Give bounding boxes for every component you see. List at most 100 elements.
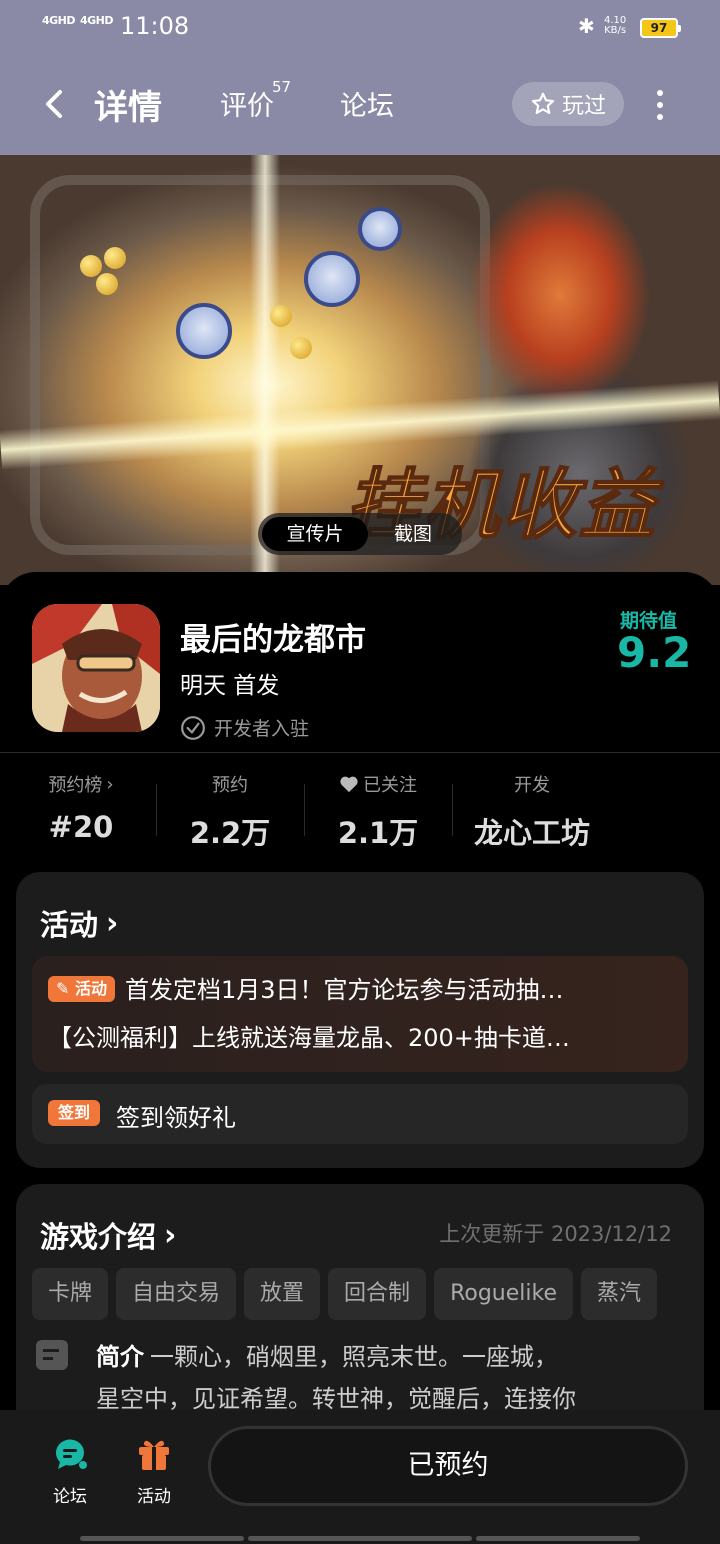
activity-title: 活动 xyxy=(40,908,99,942)
net-speed-unit: KB/s xyxy=(604,25,627,36)
summary-label: 简介 xyxy=(96,1343,144,1371)
reserved-button[interactable]: 已预约 xyxy=(208,1426,688,1506)
release-info: 明天 首发 xyxy=(180,673,280,699)
gesture-bar xyxy=(248,1536,472,1541)
bottom-forum-label: 论坛 xyxy=(53,1487,87,1507)
stat-reserve-rank[interactable]: 预约榜 › #20 xyxy=(26,770,136,845)
tab-reviews[interactable]: 评价 xyxy=(220,84,274,123)
tab-forum[interactable]: 论坛 xyxy=(340,84,394,123)
activity-header[interactable]: 活动 › xyxy=(40,902,118,944)
activity-tag: ✎ 活动 xyxy=(48,976,115,1002)
genre-tag[interactable]: 自由交易 xyxy=(116,1268,237,1320)
genre-tag[interactable]: 放置 xyxy=(244,1268,321,1320)
stat-label: 开发 xyxy=(514,775,550,796)
game-info-card: 最后的龙都市 明天 首发 开发者入驻 期待值 9.2 预约榜 › #20 预约 2… xyxy=(0,572,720,1544)
bottom-activity-button[interactable]: 活动 xyxy=(124,1434,184,1507)
stat-label-wrap: 已关注 xyxy=(318,770,438,798)
chevron-right-icon: › xyxy=(106,773,114,795)
bottom-activity-label: 活动 xyxy=(137,1487,171,1507)
expectation-score: 9.2 xyxy=(617,628,692,677)
media-toggle: 宣传片 截图 xyxy=(258,513,462,555)
intro-summary[interactable]: 简介 一颗心，硝烟里，照亮末世。一座城， 星空中，见证希望。转世神，觉醒后，连接你 xyxy=(96,1336,686,1420)
chat-bubble-icon xyxy=(55,1439,87,1469)
status-bar: 4GHD 4GHD 11:08 ✱ 4.10 KB/s 97 xyxy=(0,0,720,56)
more-dot xyxy=(657,102,663,108)
battery-icon: 97 xyxy=(640,18,681,38)
media-banner[interactable]: 挂机收益 宣传片 截图 xyxy=(0,155,720,585)
check-circle-icon xyxy=(181,715,205,740)
chevron-right-icon: › xyxy=(106,905,119,941)
media-tab-video[interactable]: 宣传片 xyxy=(262,517,368,551)
reviews-count: 57 xyxy=(272,78,292,96)
stat-developer[interactable]: 开发 龙心工坊 xyxy=(462,770,602,852)
signal-1: 4GHD xyxy=(42,14,76,27)
activity-card: 活动 › ✎ 活动 首发定档1月3日！官方论坛参与活动抽… 【公测福利】上线就送海… xyxy=(16,872,704,1168)
stats-row: 预约榜 › #20 预约 2.2万 已关注 2.1万 开发 龙心工坊 xyxy=(0,770,720,852)
stat-separator xyxy=(156,784,157,836)
status-time: 11:08 xyxy=(120,12,190,40)
coin-icon xyxy=(270,305,292,327)
top-area: 4GHD 4GHD 11:08 ✱ 4.10 KB/s 97 详情 评价 57 … xyxy=(0,0,720,160)
activity-list[interactable]: ✎ 活动 首发定档1月3日！官方论坛参与活动抽… 【公测福利】上线就送海量龙晶、2… xyxy=(32,956,688,1072)
intro-title: 游戏介绍 xyxy=(40,1220,157,1254)
genre-tag[interactable]: 回合制 xyxy=(328,1268,427,1320)
tab-details-label: 详情 xyxy=(94,88,162,128)
summary-line: 简介 一颗心，硝烟里，照亮末世。一座城， xyxy=(96,1336,686,1378)
activity-item[interactable]: ✎ 活动 首发定档1月3日！官方论坛参与活动抽… xyxy=(48,970,672,1005)
signal-2: 4GHD xyxy=(80,14,114,27)
chevron-left-icon xyxy=(46,90,62,118)
played-button[interactable]: 玩过 xyxy=(512,82,624,126)
coin-icon xyxy=(80,255,102,277)
checkin-item[interactable]: 签到 签到领好礼 xyxy=(32,1084,688,1144)
genre-tag[interactable]: 卡牌 xyxy=(32,1268,109,1320)
chevron-right-icon: › xyxy=(164,1217,177,1253)
game-title: 最后的龙都市 xyxy=(180,622,366,658)
back-button[interactable] xyxy=(34,82,74,126)
coin-icon xyxy=(96,273,118,295)
checkin-text: 签到领好礼 xyxy=(116,1104,236,1132)
genre-tags: 卡牌 自由交易 放置 回合制 Roguelike 蒸汽 xyxy=(32,1268,704,1320)
genre-tag[interactable]: Roguelike xyxy=(434,1268,573,1320)
more-dot xyxy=(657,90,663,96)
summary-text: 一颗心，硝烟里，照亮末世。一座城， xyxy=(150,1343,558,1371)
stat-value: 2.2万 xyxy=(189,816,271,850)
bluetooth-icon: ✱ xyxy=(578,14,595,38)
stat-reservations: 预约 2.2万 xyxy=(170,770,290,852)
page-header: 详情 评价 57 论坛 玩过 xyxy=(0,60,720,150)
tab-details[interactable]: 详情 xyxy=(92,80,164,129)
document-icon xyxy=(36,1340,68,1370)
intro-header[interactable]: 游戏介绍 › xyxy=(40,1214,176,1256)
more-menu-button[interactable] xyxy=(650,90,670,120)
divider xyxy=(0,752,720,753)
coin-icon xyxy=(290,337,312,359)
stat-value: 2.1万 xyxy=(337,816,419,850)
media-tab-screenshots[interactable]: 截图 xyxy=(368,517,458,551)
hero-avatar-icon xyxy=(304,251,360,307)
stat-label-wrap: 预约榜 › xyxy=(26,770,136,798)
activity-tag-label: 活动 xyxy=(74,979,107,998)
developer-verified: 开发者入驻 xyxy=(180,714,309,741)
hero-avatar-icon xyxy=(358,207,402,251)
developer-verified-label: 开发者入驻 xyxy=(214,718,310,740)
bottom-forum-button[interactable]: 论坛 xyxy=(40,1434,100,1507)
coin-icon xyxy=(104,247,126,269)
last-updated: 上次更新于 2023/12/12 xyxy=(439,1222,672,1246)
gift-icon xyxy=(139,1440,169,1470)
game-app-icon xyxy=(32,604,160,732)
checkin-tag: 签到 xyxy=(48,1100,101,1126)
stat-separator xyxy=(304,784,305,836)
star-icon xyxy=(531,92,555,114)
played-label: 玩过 xyxy=(561,94,606,119)
bottom-action-bar: 论坛 活动 已预约 xyxy=(0,1410,720,1544)
stat-label: 已关注 xyxy=(363,775,417,796)
stat-followers[interactable]: 已关注 2.1万 xyxy=(318,770,438,852)
activity-text: 首发定档1月3日！官方论坛参与活动抽… xyxy=(125,976,564,1004)
megaphone-icon: ✎ xyxy=(56,979,75,998)
heart-icon xyxy=(340,776,358,793)
game-icon-art xyxy=(32,604,160,732)
genre-tag[interactable]: 蒸汽 xyxy=(580,1268,657,1320)
stat-label: 预约榜 xyxy=(48,775,103,796)
stat-label: 预约 xyxy=(212,775,248,796)
net-speed: 4.10 KB/s xyxy=(604,16,626,36)
activity-item[interactable]: 【公测福利】上线就送海量龙晶、200+抽卡道… xyxy=(48,1018,672,1053)
